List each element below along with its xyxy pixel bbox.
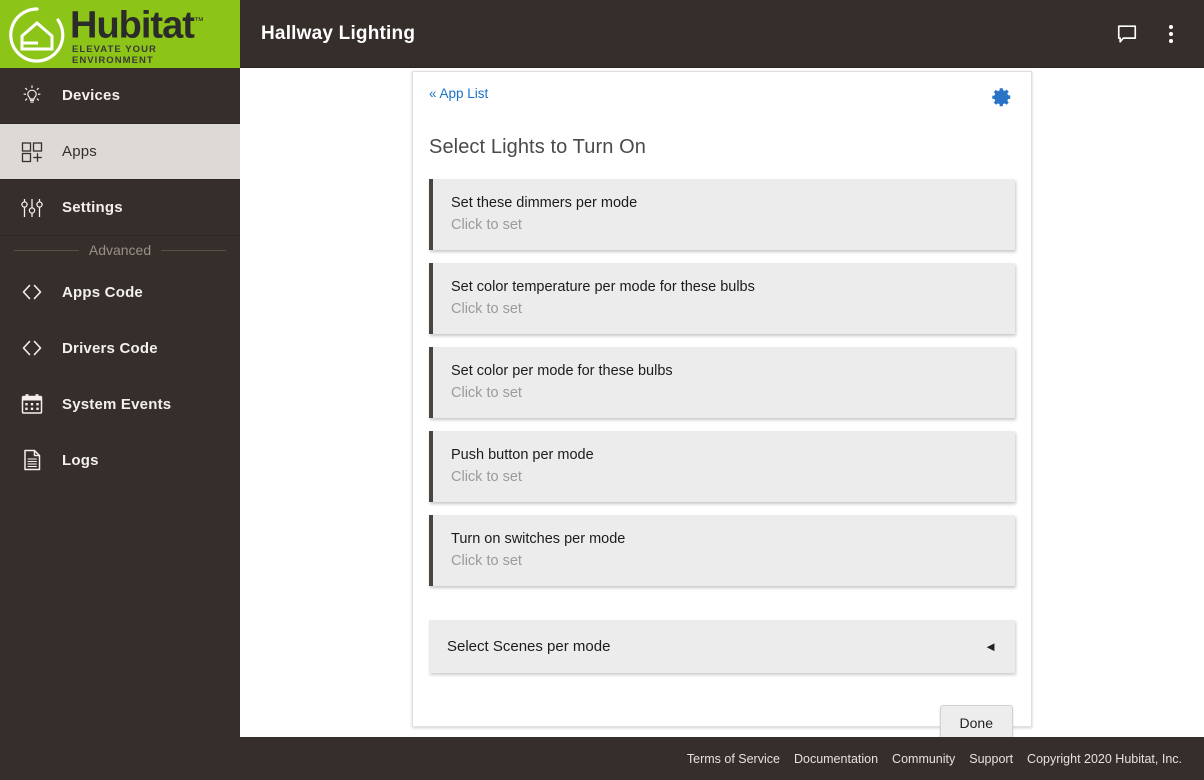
overflow-dots xyxy=(1169,24,1173,43)
sidebar-item-label: Apps Code xyxy=(62,283,143,301)
sidebar-item-drivers-code[interactable]: Drivers Code xyxy=(0,320,240,376)
sliders-icon xyxy=(14,192,50,224)
brand-tagline: ELEVATE YOUR ENVIRONMENT xyxy=(72,43,157,66)
option-subtitle: Click to set xyxy=(451,553,522,569)
option-title: Set these dimmers per mode xyxy=(451,195,638,211)
footer-link-community[interactable]: Community xyxy=(892,752,955,766)
option-subtitle: Click to set xyxy=(451,469,522,485)
main-content: « App List Select Lights to Turn On Set … xyxy=(240,68,1204,741)
chat-bubble-icon[interactable] xyxy=(1108,15,1146,53)
footer-link-documentation[interactable]: Documentation xyxy=(794,752,878,766)
lightbulb-icon xyxy=(14,80,50,112)
option-push-button[interactable]: Push button per mode Click to set xyxy=(429,431,1015,502)
gear-icon[interactable] xyxy=(991,86,1013,108)
code-brackets-icon xyxy=(14,332,50,364)
overflow-menu-icon[interactable] xyxy=(1152,15,1190,53)
select-scenes-section[interactable]: Select Scenes per mode ◄ xyxy=(429,620,1015,673)
brand-text: Hubitat™ ELEVATE YOUR ENVIRONMENT xyxy=(70,2,240,66)
page-footer: Terms of Service Documentation Community… xyxy=(0,737,1204,780)
options-list: Set these dimmers per mode Click to set … xyxy=(413,159,1031,586)
app-config-card: « App List Select Lights to Turn On Set … xyxy=(412,71,1032,741)
card-footer: Done xyxy=(413,673,1031,741)
card-title: Select Lights to Turn On xyxy=(429,136,646,158)
card-header: « App List xyxy=(413,72,1031,108)
code-brackets-icon xyxy=(14,276,50,308)
caret-left-icon[interactable]: ◄ xyxy=(984,640,997,653)
done-button[interactable]: Done xyxy=(939,705,1013,741)
divider-rule-right xyxy=(161,249,226,251)
option-title: Turn on switches per mode xyxy=(451,531,626,547)
sidebar-advanced-divider: Advanced xyxy=(0,236,240,264)
sidebar-item-apps[interactable]: Apps xyxy=(0,124,240,180)
footer-link-support[interactable]: Support xyxy=(969,752,1013,766)
option-subtitle: Click to set xyxy=(451,301,522,317)
calendar-icon xyxy=(14,388,50,420)
document-icon xyxy=(14,444,50,476)
sidebar-item-system-events[interactable]: System Events xyxy=(0,376,240,432)
option-title: Set color temperature per mode for these… xyxy=(451,279,755,295)
back-to-app-list-link[interactable]: « App List xyxy=(429,86,488,101)
divider-rule-left xyxy=(14,249,79,251)
sidebar-item-label: Devices xyxy=(62,87,121,104)
app-root: Hubitat™ ELEVATE YOUR ENVIRONMENT Device… xyxy=(0,0,1204,780)
footer-copyright: Copyright 2020 Hubitat, Inc. xyxy=(1027,751,1182,766)
sidebar-divider-label: Advanced xyxy=(88,242,152,258)
brand-header[interactable]: Hubitat™ ELEVATE YOUR ENVIRONMENT xyxy=(0,0,240,68)
sidebar-item-label: Apps xyxy=(62,143,97,160)
option-subtitle: Click to set xyxy=(451,385,522,401)
option-title: Set color per mode for these bulbs xyxy=(451,363,673,379)
option-set-color-temperature[interactable]: Set color temperature per mode for these… xyxy=(429,263,1015,334)
sidebar-item-apps-code[interactable]: Apps Code xyxy=(0,264,240,320)
option-subtitle: Click to set xyxy=(451,217,522,233)
sidebar-item-logs[interactable]: Logs xyxy=(0,432,240,488)
option-turn-on-switches[interactable]: Turn on switches per mode Click to set xyxy=(429,515,1015,586)
sidebar-item-label: Drivers Code xyxy=(62,339,158,357)
page-title: Hallway Lighting xyxy=(261,22,416,44)
select-scenes-label: Select Scenes per mode xyxy=(447,638,611,655)
sidebar-item-devices[interactable]: Devices xyxy=(0,68,240,124)
hubitat-house-logo-icon xyxy=(0,0,74,68)
topbar-actions xyxy=(1108,15,1204,53)
apps-grid-icon xyxy=(14,136,50,168)
sidebar-item-label: System Events xyxy=(62,395,172,413)
footer-link-terms-of-service[interactable]: Terms of Service xyxy=(687,752,780,766)
option-title: Push button per mode xyxy=(451,447,594,463)
option-set-dimmers[interactable]: Set these dimmers per mode Click to set xyxy=(429,179,1015,250)
option-set-color[interactable]: Set color per mode for these bulbs Click… xyxy=(429,347,1015,418)
topbar: Hallway Lighting xyxy=(240,0,1204,68)
brand-name: Hubitat™ xyxy=(70,4,204,47)
sidebar-item-label: Settings xyxy=(62,199,123,216)
brand-trademark: ™ xyxy=(193,16,204,28)
sidebar-item-label: Logs xyxy=(62,451,99,469)
sidebar-item-settings[interactable]: Settings xyxy=(0,180,240,236)
sidebar: Hubitat™ ELEVATE YOUR ENVIRONMENT Device… xyxy=(0,0,240,737)
